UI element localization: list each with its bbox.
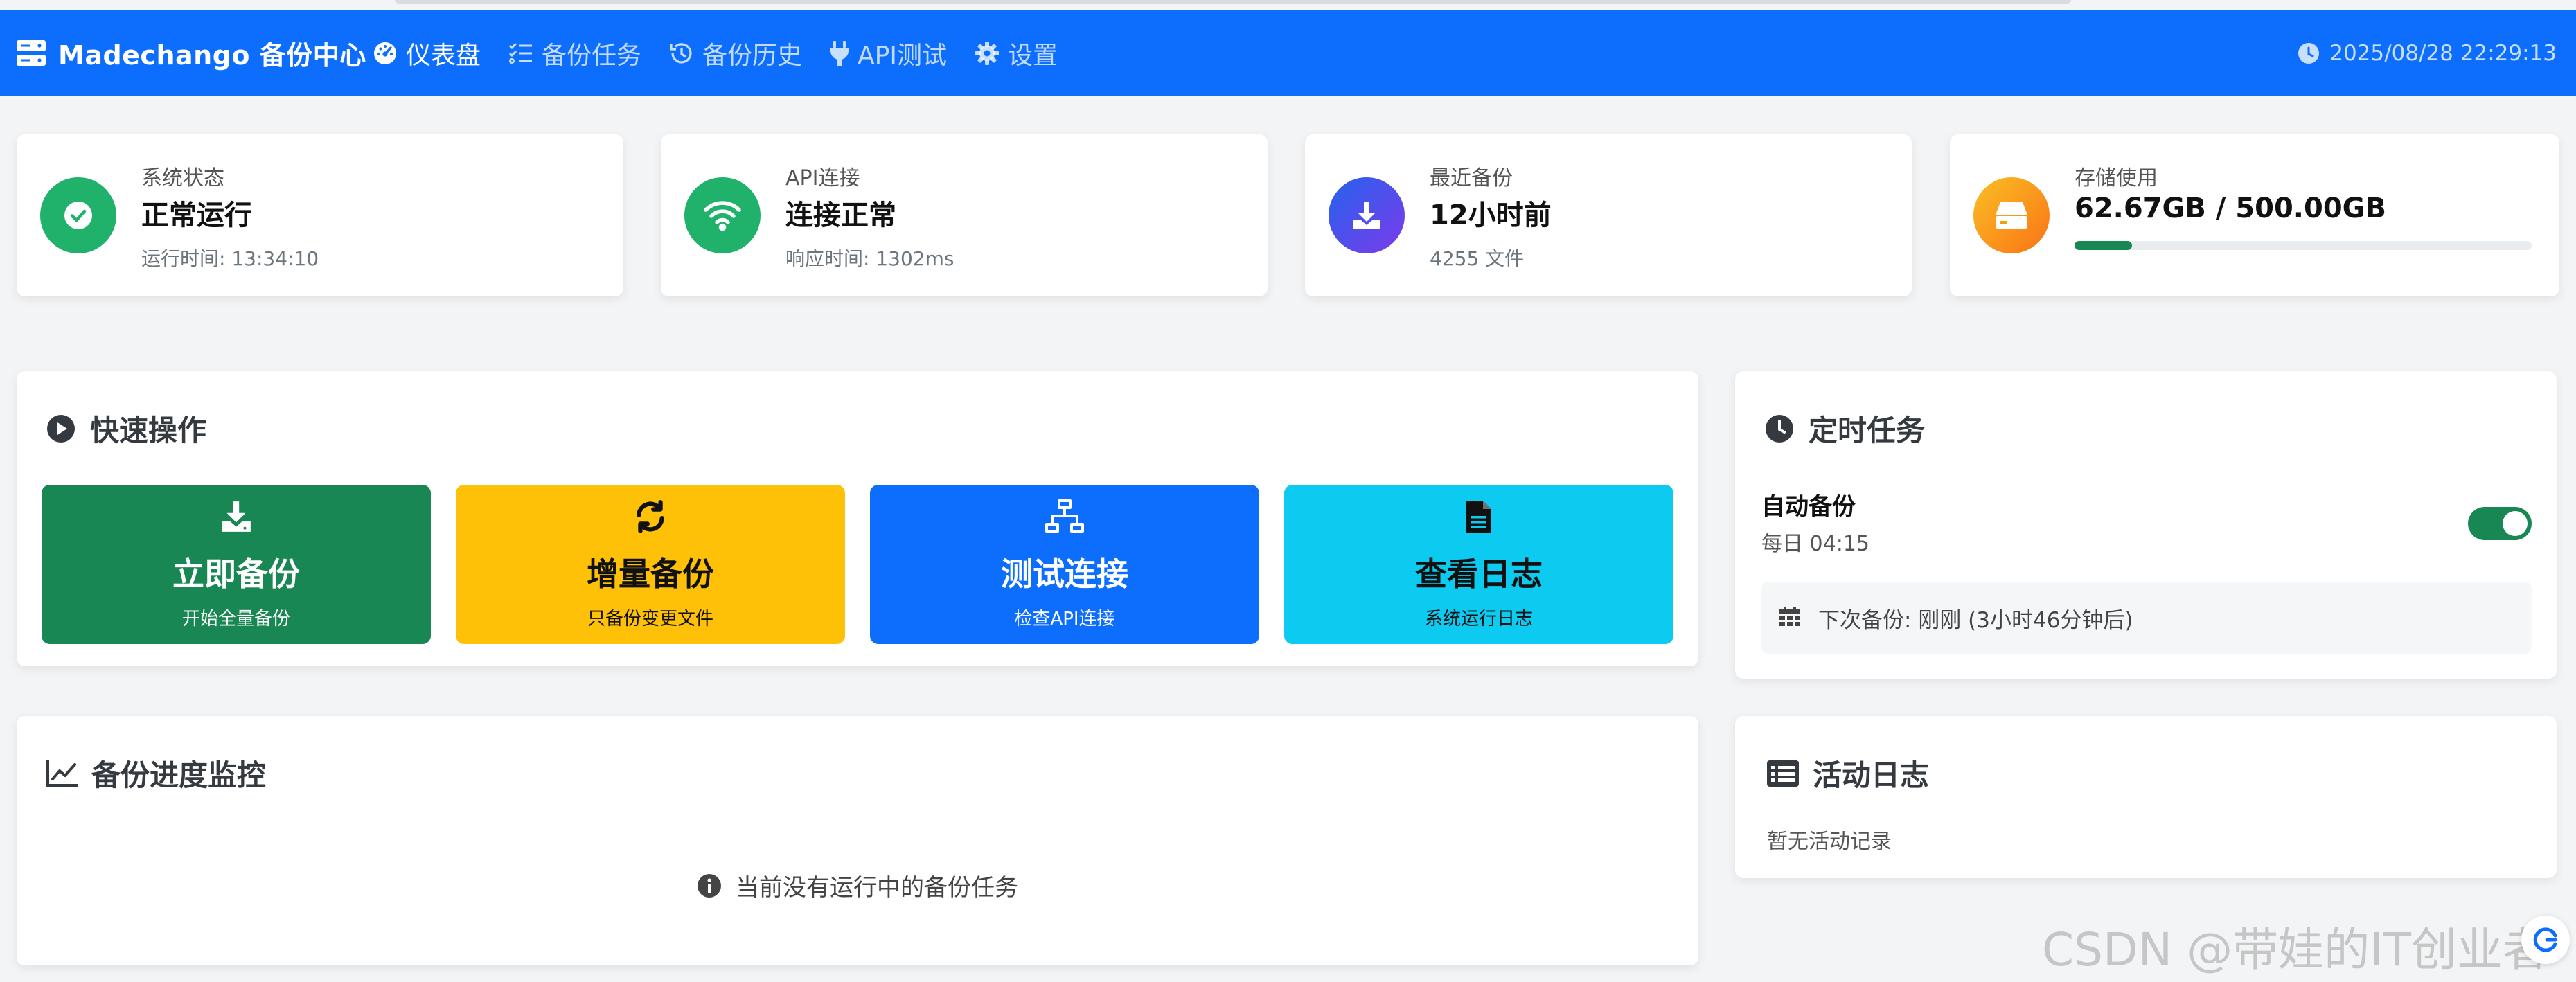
incremental-backup-button[interactable]: 增量备份 只备份变更文件 <box>456 485 845 644</box>
info-circle-icon <box>697 873 722 898</box>
activity-empty-state: 暂无活动记录 <box>1767 830 1892 854</box>
csdn-watermark: CSDN @带娃的IT创业者 <box>2042 923 2548 976</box>
floating-action-button[interactable] <box>2521 916 2570 964</box>
hdd-icon <box>1973 177 2050 253</box>
nav-item-api-test[interactable]: API测试 <box>830 35 947 71</box>
play-circle-icon <box>46 413 76 444</box>
network-icon <box>1045 499 1084 534</box>
sync-icon <box>633 499 668 534</box>
download-icon <box>219 499 254 534</box>
clock-icon <box>1764 413 1795 444</box>
wifi-icon <box>684 177 761 253</box>
line-chart-icon <box>46 759 78 787</box>
stat-value: 62.67GB / 500.00GB <box>2075 193 2386 224</box>
toggle-knob <box>2503 511 2528 536</box>
address-bar-edge <box>395 0 2071 4</box>
stat-card-storage: 存储使用 62.67GB / 500.00GB <box>1950 134 2559 296</box>
next-backup-info: 下次备份: 刚刚 (3小时46分钟后) <box>1761 582 2532 654</box>
plug-icon <box>830 40 849 66</box>
gear-icon <box>975 41 1000 66</box>
download-icon <box>1329 177 1405 253</box>
refresh-icon <box>2532 926 2559 954</box>
stat-card-last-backup: 最近备份 12小时前 4255 文件 <box>1305 134 1912 296</box>
stat-value: 正常运行 <box>141 199 252 231</box>
history-icon <box>669 41 694 66</box>
nav-menu: 仪表盘 备份任务 备份历史 API测试 设置 <box>373 10 1058 96</box>
datetime-text: 2025/08/28 22:29:13 <box>2329 40 2557 66</box>
stat-card-api: API连接 连接正常 响应时间: 1302ms <box>661 134 1268 296</box>
brand-title: Madechango 备份中心 <box>58 40 366 71</box>
storage-progress-bar <box>2075 241 2532 250</box>
nav-item-history[interactable]: 备份历史 <box>669 35 802 71</box>
activity-log-panel: 活动日志 暂无活动记录 <box>1735 716 2557 878</box>
browser-top-strip <box>0 0 2576 10</box>
schedule-panel: 定时任务 自动备份 每日 04:15 下次备份: 刚刚 (3小时46分钟后) <box>1735 371 2557 679</box>
full-backup-button[interactable]: 立即备份 开始全量备份 <box>42 485 431 644</box>
brand[interactable]: Madechango 备份中心 <box>17 10 366 96</box>
stat-label: 系统状态 <box>141 166 224 190</box>
server-icon <box>17 39 46 66</box>
view-logs-button[interactable]: 查看日志 系统运行日志 <box>1284 485 1673 644</box>
stat-sub: 4255 文件 <box>1430 247 1525 270</box>
quick-actions-panel: 快速操作 立即备份 开始全量备份 增量备份 只备份变更文件 测试连接 检查API… <box>17 371 1698 666</box>
auto-backup-toggle[interactable] <box>2468 507 2532 540</box>
activity-log-title: 活动日志 <box>1767 752 1929 794</box>
navbar: Madechango 备份中心 仪表盘 备份任务 备份历史 API测试 设置 2… <box>0 10 2576 96</box>
calendar-icon <box>1779 607 1800 629</box>
stat-sub: 响应时间: 1302ms <box>785 247 954 270</box>
nav-item-settings[interactable]: 设置 <box>975 35 1058 71</box>
list-icon <box>1767 760 1799 787</box>
nav-item-tasks[interactable]: 备份任务 <box>508 35 641 71</box>
stat-sub: 运行时间: 13:34:10 <box>141 247 319 270</box>
schedule-title: 定时任务 <box>1764 407 1925 449</box>
stat-value: 12小时前 <box>1430 199 1552 231</box>
stat-label: 存储使用 <box>2075 166 2158 190</box>
file-icon <box>1465 499 1493 534</box>
nav-item-dashboard[interactable]: 仪表盘 <box>373 35 481 71</box>
monitor-title: 备份进度监控 <box>46 752 266 794</box>
test-connection-button[interactable]: 测试连接 检查API连接 <box>870 485 1259 644</box>
tachometer-icon <box>373 41 398 66</box>
clock-icon <box>2298 42 2320 64</box>
schedule-time: 每日 04:15 <box>1761 532 1869 556</box>
storage-progress-fill <box>2075 241 2132 250</box>
clock: 2025/08/28 22:29:13 <box>2298 10 2557 96</box>
check-circle-icon <box>40 177 116 253</box>
schedule-name: 自动备份 <box>1761 493 1856 521</box>
tasks-icon <box>508 42 533 64</box>
stat-value: 连接正常 <box>785 199 896 231</box>
next-backup-text: 下次备份: 刚刚 (3小时46分钟后) <box>1818 607 2133 633</box>
stat-card-system-status: 系统状态 正常运行 运行时间: 13:34:10 <box>17 134 623 296</box>
stat-label: API连接 <box>785 166 860 190</box>
monitor-empty-state: 当前没有运行中的备份任务 <box>17 868 1698 902</box>
backup-monitor-panel: 备份进度监控 当前没有运行中的备份任务 <box>17 716 1698 965</box>
quick-actions-title: 快速操作 <box>46 407 206 449</box>
stat-label: 最近备份 <box>1430 166 1513 190</box>
